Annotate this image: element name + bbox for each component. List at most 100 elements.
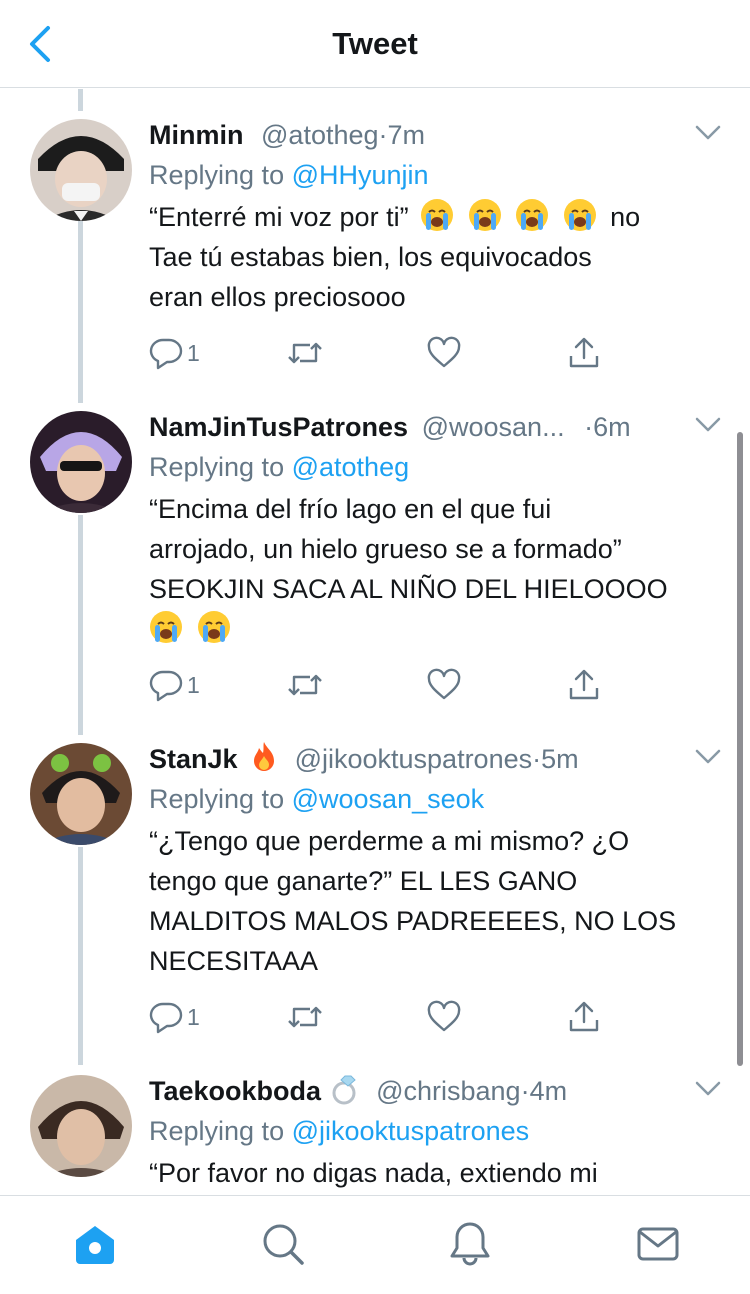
chevron-down-icon xyxy=(695,417,721,432)
tweet-time[interactable]: 7m xyxy=(388,120,426,150)
loudly-crying-face-emoji xyxy=(420,198,454,232)
display-name[interactable]: StanJk xyxy=(149,744,238,774)
emoji-group xyxy=(420,199,610,232)
emoji-group xyxy=(149,609,709,649)
heart-icon xyxy=(427,1000,461,1032)
share-button[interactable] xyxy=(567,997,601,1037)
loudly-crying-face-emoji xyxy=(197,610,231,644)
tweet-options-button[interactable] xyxy=(694,123,722,143)
meta-separator: · xyxy=(584,412,594,442)
share-button[interactable] xyxy=(567,665,601,705)
share-icon xyxy=(569,337,599,368)
like-button[interactable] xyxy=(427,333,461,373)
replying-to-label: Replying to xyxy=(149,160,285,190)
tweet-meta: NamJinTusPatrones @woosan... ·6m xyxy=(149,407,709,447)
tweet-time[interactable]: 5m xyxy=(541,744,579,774)
mention-link[interactable]: @HHyunjin xyxy=(292,160,429,190)
tweet-text-line: MALDITOS MALOS PADREEEES, NO LOS xyxy=(149,906,677,936)
like-button[interactable] xyxy=(427,997,461,1037)
thread-connector xyxy=(78,515,83,735)
like-button[interactable] xyxy=(427,665,461,705)
display-name[interactable]: Taekookboda xyxy=(149,1076,321,1106)
reply-count: 1 xyxy=(187,1003,200,1030)
tweet-text-line: no xyxy=(610,202,641,232)
tweet-text: “Por favor no digas nada, extiendo mi xyxy=(149,1153,709,1193)
replies-feed[interactable]: Minmin @atotheg·7m Replying to @HHyunjin… xyxy=(0,89,750,1195)
meta-separator: · xyxy=(378,120,388,150)
tweet-text-line: tengo que ganarte?” EL LES GANO xyxy=(149,866,578,896)
mention-link[interactable]: @atotheg xyxy=(292,452,410,482)
tweet-meta: Minmin @atotheg·7m xyxy=(149,115,709,155)
speech-bubble-icon xyxy=(149,1002,183,1034)
tweet-text-line: arrojado, un hielo grueso se a formado” xyxy=(149,534,622,564)
reply-count: 1 xyxy=(187,671,200,698)
home-icon xyxy=(76,1226,114,1264)
replying-to: Replying to @atotheg xyxy=(149,447,709,487)
tab-messages[interactable] xyxy=(634,1220,682,1268)
avatar[interactable] xyxy=(30,743,132,845)
share-button[interactable] xyxy=(567,333,601,373)
tweet-options-button[interactable] xyxy=(694,1079,722,1099)
retweet-button[interactable] xyxy=(286,997,324,1037)
bottom-tab-bar xyxy=(0,1195,750,1294)
tweet-time[interactable]: 4m xyxy=(530,1076,568,1106)
chevron-down-icon xyxy=(695,1081,721,1096)
reply-button[interactable]: 1 xyxy=(149,333,200,373)
avatar[interactable] xyxy=(30,1075,132,1177)
retweet-button[interactable] xyxy=(286,333,324,373)
reply-count: 1 xyxy=(187,339,200,366)
top-nav-bar: Tweet xyxy=(0,0,750,88)
avatar[interactable] xyxy=(30,119,132,221)
tweet-time[interactable]: 6m xyxy=(593,412,631,442)
chevron-down-icon xyxy=(695,125,721,140)
reply-button[interactable]: 1 xyxy=(149,665,200,705)
avatar[interactable] xyxy=(30,411,132,513)
tweet-text-line: Tae tú estabas bien, los equivocados xyxy=(149,242,592,272)
display-name[interactable]: Minmin xyxy=(149,120,244,150)
display-name[interactable]: NamJinTusPatrones xyxy=(149,412,408,442)
chevron-down-icon xyxy=(695,749,721,764)
mention-link[interactable]: @woosan_seok xyxy=(292,784,485,814)
loudly-crying-face-emoji xyxy=(468,198,502,232)
replying-to: Replying to @HHyunjin xyxy=(149,155,709,195)
search-icon xyxy=(263,1224,304,1265)
replying-to: Replying to @woosan_seok xyxy=(149,779,709,819)
tweet-text-line: “¿Tengo que perderme a mi mismo? ¿O xyxy=(149,826,630,856)
user-handle[interactable]: @atotheg xyxy=(261,120,379,150)
retweet-icon xyxy=(288,674,322,696)
tweet-options-button[interactable] xyxy=(694,747,722,767)
tab-home[interactable] xyxy=(71,1220,119,1268)
tab-search[interactable] xyxy=(259,1220,307,1268)
replying-to-label: Replying to xyxy=(149,452,285,482)
tweet-text-line: eran ellos preciosooo xyxy=(149,282,406,312)
tweet-text-line: SEOKJIN SACA AL NIÑO DEL HIELOOOO xyxy=(149,574,668,604)
thread-connector xyxy=(78,221,83,403)
tweet-text: “¿Tengo que perderme a mi mismo? ¿O teng… xyxy=(149,821,709,981)
ring-emoji xyxy=(329,1072,363,1106)
loudly-crying-face-emoji xyxy=(563,198,597,232)
retweet-button[interactable] xyxy=(286,665,324,705)
heart-icon xyxy=(427,336,461,368)
tweet-text: “Encima del frío lago en el que fui arro… xyxy=(149,489,709,649)
retweet-icon xyxy=(288,342,322,364)
thread-connector xyxy=(78,89,83,111)
thread-connector xyxy=(78,847,83,1065)
scrollbar[interactable] xyxy=(737,432,743,1066)
tweet-text-line: “Por favor no digas nada, extiendo mi xyxy=(149,1158,598,1188)
tweet-options-button[interactable] xyxy=(694,415,722,435)
replying-to-label: Replying to xyxy=(149,784,285,814)
retweet-icon xyxy=(288,1006,322,1028)
reply-button[interactable]: 1 xyxy=(149,997,200,1037)
user-handle[interactable]: @jikooktuspatrones xyxy=(295,744,533,774)
tab-notifications[interactable] xyxy=(446,1220,494,1268)
replying-to-label: Replying to xyxy=(149,1116,285,1146)
mention-link[interactable]: @jikooktuspatrones xyxy=(292,1116,530,1146)
tweet-meta: StanJk @jikooktuspatrones·5m xyxy=(149,739,709,779)
loudly-crying-face-emoji xyxy=(149,610,183,644)
page-title: Tweet xyxy=(332,26,418,61)
user-handle[interactable]: @chrisbang xyxy=(376,1076,520,1106)
user-handle[interactable]: @woosan... xyxy=(422,412,565,442)
bell-icon xyxy=(450,1222,490,1266)
replying-to: Replying to @jikooktuspatrones xyxy=(149,1111,709,1151)
fire-emoji xyxy=(247,740,281,774)
